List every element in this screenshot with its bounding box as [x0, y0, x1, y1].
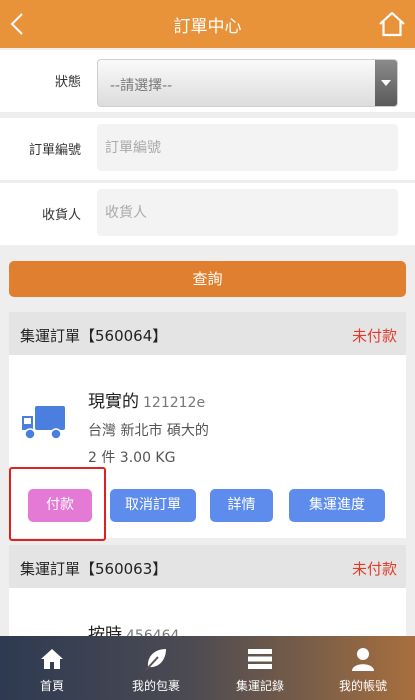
- page-title: 訂單中心: [173, 17, 242, 37]
- tab-my-packages-label: 我的包裹: [131, 679, 180, 693]
- order-card: 集運訂單【560063】 未付款 按時456464: [9, 545, 406, 645]
- details-button[interactable]: 詳情: [210, 489, 273, 522]
- tab-home-label: 首頁: [39, 679, 64, 693]
- status-select-value: --請選擇--: [110, 78, 173, 94]
- shipping-progress-button[interactable]: 集運進度: [289, 489, 385, 522]
- order-card: 集運訂單【560064】 未付款 現實的 121212e 台灣 新北市 碩大的 2…: [9, 312, 406, 541]
- receiver-name: 現實的 121212e: [88, 387, 205, 412]
- home-icon: [41, 649, 63, 669]
- dropdown-arrow-icon: [375, 60, 397, 106]
- user-icon: [352, 648, 374, 671]
- status-select[interactable]: --請選擇--: [97, 59, 398, 107]
- order-title: 集運訂單【560063】: [20, 560, 168, 578]
- order-no-label: 訂單編號: [28, 143, 81, 158]
- query-button[interactable]: 查詢: [9, 261, 406, 297]
- cancel-order-button[interactable]: 取消訂單: [110, 489, 196, 522]
- order-status: 未付款: [351, 327, 397, 345]
- receiver-filter-row: 收貨人: [0, 183, 415, 245]
- order-no-filter-row: 訂單編號: [0, 118, 415, 180]
- order-title: 集運訂單【560064】: [20, 327, 168, 345]
- shipping-address: 台灣 新北市 碩大的: [88, 423, 209, 439]
- truck-icon: [22, 406, 65, 440]
- bottom-tab-bar: 首頁 我的包裹 集運記錄 我的帳號: [0, 636, 415, 700]
- receiver-label: 收貨人: [41, 208, 81, 223]
- order-card-header: 集運訂單【560064】 未付款: [9, 312, 406, 355]
- home-icon[interactable]: [377, 9, 407, 39]
- top-bar: 訂單中心: [0, 0, 415, 48]
- order-status: 未付款: [351, 560, 397, 578]
- list-icon: [248, 649, 272, 669]
- order-card-header: 集運訂單【560063】 未付款: [9, 545, 406, 588]
- tab-shipping-records-label: 集運記錄: [235, 679, 284, 693]
- leaf-icon: [145, 649, 166, 671]
- receiver-name-text: 現實的: [88, 392, 139, 412]
- package-quantity: 2 件 3.00 KG: [88, 450, 176, 466]
- tab-my-account-label: 我的帳號: [338, 679, 387, 693]
- pay-button[interactable]: 付款: [28, 489, 92, 522]
- receiver-input[interactable]: [97, 189, 398, 236]
- status-label: 狀態: [54, 75, 81, 90]
- tab-home[interactable]: 首頁: [0, 636, 104, 700]
- order-code: 121212e: [143, 395, 206, 411]
- tab-shipping-records[interactable]: 集運記錄: [208, 636, 312, 700]
- tab-my-packages[interactable]: 我的包裹: [104, 636, 208, 700]
- status-filter-row: 狀態 --請選擇--: [0, 50, 415, 112]
- tab-my-account[interactable]: 我的帳號: [311, 636, 415, 700]
- order-no-input[interactable]: [97, 124, 398, 171]
